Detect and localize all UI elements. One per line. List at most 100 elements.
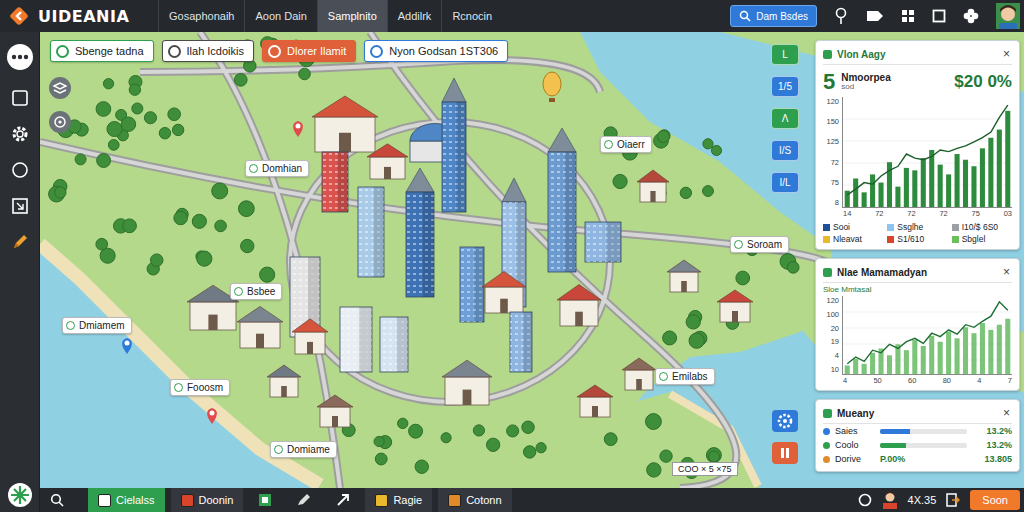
- blue-pin-icon[interactable]: [122, 338, 132, 354]
- close-button[interactable]: ×: [1001, 48, 1012, 60]
- building[interactable]: [717, 290, 753, 322]
- pen-icon[interactable]: [296, 493, 312, 507]
- search-icon[interactable]: [50, 493, 64, 507]
- pin-icon[interactable]: [833, 7, 849, 25]
- chart-bar[interactable]: [946, 174, 951, 207]
- filter-chip[interactable]: Dlorer Ilamit: [262, 40, 356, 62]
- circle-icon[interactable]: [11, 161, 29, 179]
- settings-gear-icon[interactable]: [772, 410, 798, 432]
- map-tool-button[interactable]: I/L: [771, 172, 799, 193]
- building[interactable]: [577, 385, 613, 417]
- chart-bar[interactable]: [853, 178, 858, 207]
- filter-chip[interactable]: Sbenge tadna: [50, 40, 154, 62]
- tag-icon[interactable]: [866, 9, 884, 23]
- building[interactable]: [442, 360, 492, 405]
- taskbar-item[interactable]: Doonin: [171, 488, 244, 512]
- map-label[interactable]: Soroam: [730, 236, 789, 253]
- chart-bar[interactable]: [921, 346, 926, 374]
- pause-icon[interactable]: [772, 442, 798, 464]
- chart-bar[interactable]: [946, 332, 951, 374]
- map-label[interactable]: Bsbee: [230, 283, 282, 300]
- chart-bar[interactable]: [904, 350, 909, 374]
- chart-bar[interactable]: [929, 336, 934, 374]
- chart-bar[interactable]: [963, 327, 968, 374]
- chart-bar[interactable]: [929, 150, 934, 207]
- chart-bar[interactable]: [980, 323, 985, 374]
- building[interactable]: [292, 319, 328, 354]
- red-pin-icon[interactable]: [207, 408, 217, 424]
- building[interactable]: [367, 144, 408, 179]
- chart-bar[interactable]: [862, 364, 867, 374]
- avatar-icon[interactable]: [882, 491, 898, 509]
- exit-icon[interactable]: [946, 493, 960, 507]
- close-button[interactable]: ×: [1001, 407, 1012, 419]
- nav-tab[interactable]: Samplnito: [317, 0, 387, 32]
- export-box-icon[interactable]: [11, 197, 29, 215]
- nav-tab[interactable]: Rcnocin: [441, 0, 502, 32]
- chart-bar[interactable]: [845, 366, 850, 374]
- locate-icon[interactable]: [48, 110, 72, 134]
- chart-bar[interactable]: [870, 174, 875, 207]
- building[interactable]: [267, 365, 301, 397]
- chart-bar[interactable]: [988, 330, 993, 374]
- grid-icon[interactable]: [901, 9, 915, 23]
- square-icon[interactable]: [932, 9, 946, 23]
- chart-bar[interactable]: [955, 154, 960, 207]
- chart-bar[interactable]: [1005, 111, 1010, 207]
- chart-bar[interactable]: [1005, 319, 1010, 374]
- building[interactable]: [637, 170, 669, 202]
- building[interactable]: [667, 260, 701, 292]
- chart-bar[interactable]: [904, 168, 909, 207]
- building[interactable]: [406, 168, 434, 297]
- chart-bar[interactable]: [938, 342, 943, 374]
- building[interactable]: [237, 306, 283, 348]
- red-pin-icon[interactable]: [293, 121, 303, 137]
- building[interactable]: [358, 187, 384, 277]
- filter-chip[interactable]: Nyon Godsan 1ST306: [364, 40, 508, 62]
- taskbar-item[interactable]: Cotonn: [438, 488, 511, 512]
- network-icon[interactable]: [7, 482, 33, 508]
- search-button[interactable]: Dam Bsdes: [730, 5, 817, 27]
- filter-chip[interactable]: Ilah Icdoikis: [162, 40, 254, 62]
- chart-bar[interactable]: [997, 130, 1002, 207]
- gear-icon[interactable]: [11, 125, 29, 143]
- pencil-icon[interactable]: [11, 233, 29, 251]
- action-button[interactable]: Soon: [970, 490, 1020, 510]
- chart-bar[interactable]: [997, 325, 1002, 374]
- nav-tab[interactable]: Addilrk: [387, 0, 442, 32]
- chart-bar[interactable]: [971, 166, 976, 207]
- brand[interactable]: UIDEANIA: [8, 5, 158, 27]
- chart-bar[interactable]: [921, 158, 926, 207]
- map-label[interactable]: Domiame: [270, 441, 337, 458]
- cursor-arrow-icon[interactable]: [336, 493, 350, 507]
- map-tool-button[interactable]: L: [771, 44, 799, 65]
- chart-bar[interactable]: [971, 333, 976, 374]
- map-tool-button[interactable]: Λ: [771, 108, 799, 129]
- building[interactable]: [557, 284, 601, 326]
- building[interactable]: [340, 307, 372, 372]
- chart-bar[interactable]: [887, 355, 892, 374]
- building[interactable]: [622, 358, 656, 390]
- square-icon[interactable]: [11, 89, 29, 107]
- layers-icon[interactable]: [48, 76, 72, 100]
- building[interactable]: [460, 247, 484, 322]
- nav-tab[interactable]: Gosaphonaih: [158, 0, 244, 32]
- chart-bar[interactable]: [963, 160, 968, 207]
- green-square-icon[interactable]: [258, 493, 272, 507]
- building[interactable]: [585, 222, 621, 262]
- chart-bar[interactable]: [878, 183, 883, 207]
- chart-bar[interactable]: [980, 148, 985, 207]
- map-label[interactable]: Oiaerr: [600, 136, 652, 153]
- chart-bar[interactable]: [870, 353, 875, 374]
- building[interactable]: [312, 96, 378, 152]
- map-label[interactable]: Domhian: [245, 160, 309, 177]
- chart-bar[interactable]: [853, 359, 858, 374]
- building[interactable]: [322, 152, 348, 212]
- map-tool-button[interactable]: 1/5: [771, 76, 799, 97]
- chart-bar[interactable]: [938, 165, 943, 207]
- chart-bar[interactable]: [988, 138, 993, 207]
- avatar-icon[interactable]: [996, 3, 1020, 29]
- chart-bar[interactable]: [912, 170, 917, 207]
- chart-bar[interactable]: [895, 187, 900, 207]
- building[interactable]: [510, 312, 532, 372]
